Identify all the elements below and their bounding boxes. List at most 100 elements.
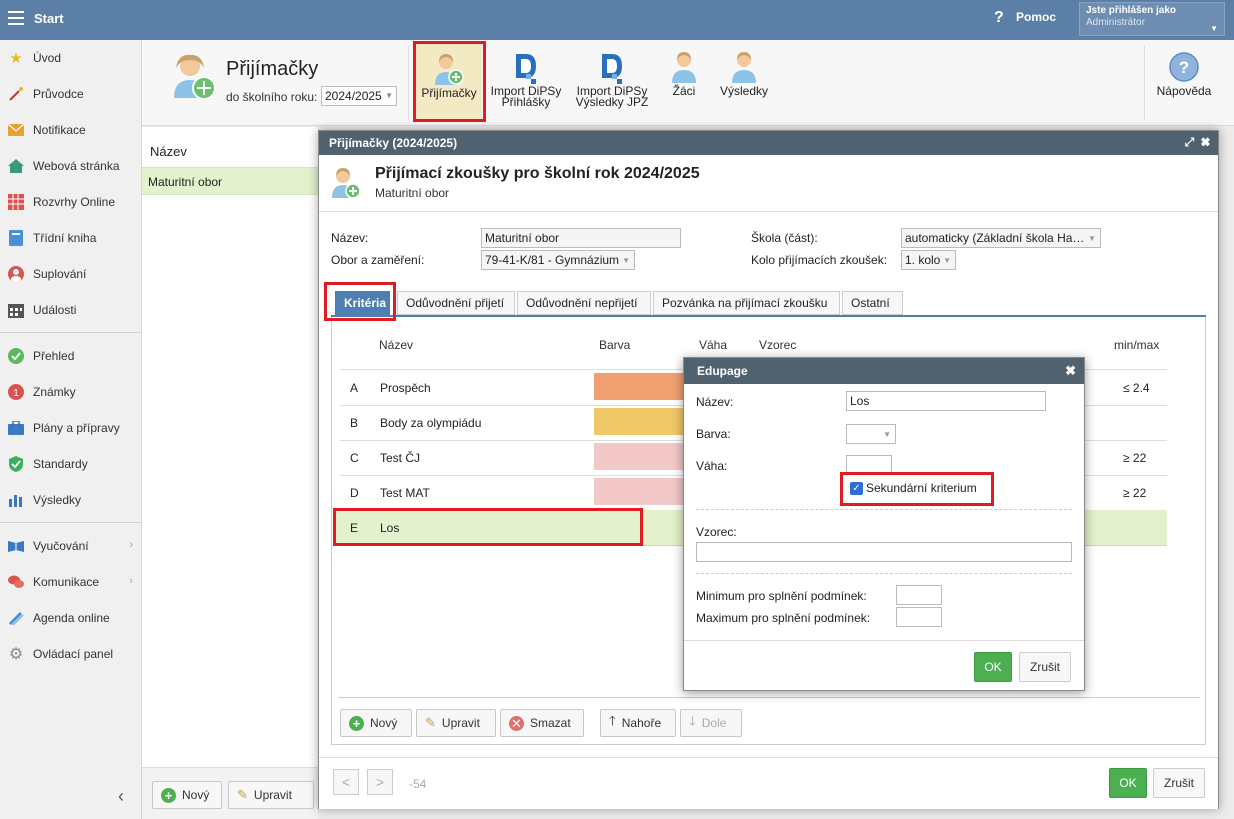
- close-icon[interactable]: ✖: [1065, 363, 1076, 379]
- user-label: Jste přihlášen jako: [1086, 5, 1177, 16]
- module-toolbar: Přijímačky do školního roku: 2024/2025 ▼ …: [142, 40, 1234, 126]
- hamburger-menu-icon[interactable]: [8, 11, 24, 25]
- user-menu[interactable]: Jste přihlášen jako Administrátor ▼: [1079, 2, 1225, 36]
- sidebar-item-label: Průvodce: [33, 87, 84, 101]
- sidebar-item-label: Úvod: [33, 51, 62, 65]
- ok-button[interactable]: OK: [1109, 768, 1147, 798]
- sidebar-item-label: Notifikace: [33, 123, 86, 137]
- close-icon[interactable]: ✖: [1201, 135, 1210, 149]
- sidebar-item-rozvrhy[interactable]: Rozvrhy Online: [0, 184, 141, 220]
- move-up-button[interactable]: 🡑 Nahoře: [600, 709, 676, 737]
- chevron-down-icon: ▼: [622, 256, 630, 265]
- sidebar-item-pruvodce[interactable]: Průvodce: [0, 76, 141, 112]
- move-down-button[interactable]: 🡓 Dole: [680, 709, 742, 737]
- sidebar-item-znamky[interactable]: 1 Známky: [0, 374, 141, 410]
- envelope-icon: [7, 122, 25, 138]
- student-icon: [668, 50, 700, 84]
- record-id: -54: [409, 777, 427, 791]
- col-formula: Vzorec: [759, 338, 797, 352]
- wand-icon: [7, 86, 25, 102]
- new-button[interactable]: + Nový: [152, 781, 222, 809]
- row-name: Test MAT: [380, 486, 430, 500]
- sidebar-item-standardy[interactable]: Standardy: [0, 446, 141, 482]
- highlight-box: [840, 472, 994, 506]
- star-icon: ★: [9, 50, 23, 67]
- import-dipsy-prihlasky-button[interactable]: Import DiPSy Přihlášky: [488, 48, 564, 118]
- start-link[interactable]: Start: [34, 11, 64, 26]
- up-label: Nahoře: [621, 716, 662, 730]
- sidebar-item-agenda[interactable]: Agenda online: [0, 600, 141, 636]
- sidebar-item-prehled[interactable]: Přehled: [0, 338, 141, 374]
- popup-ok-button[interactable]: OK: [974, 652, 1012, 682]
- toolbar-divider: [408, 46, 409, 120]
- color-select[interactable]: ▼: [846, 424, 896, 444]
- popup-cancel-button[interactable]: Zrušit: [1019, 652, 1071, 682]
- color-swatch: [594, 408, 694, 435]
- check-circle-icon: [7, 348, 25, 364]
- min-input[interactable]: [896, 585, 942, 605]
- school-label: Škola (část):: [751, 231, 818, 245]
- help-link[interactable]: Pomoc: [1016, 10, 1056, 24]
- sidebar-item-vyucovani[interactable]: Vyučování ›: [0, 528, 141, 564]
- list-item[interactable]: Maturitní obor: [142, 167, 318, 195]
- collapse-sidebar-icon[interactable]: ‹: [118, 786, 124, 807]
- grid-icon: [7, 194, 25, 210]
- tab-pozvanka[interactable]: Pozvánka na přijímací zkoušku: [653, 291, 840, 315]
- popup-header: Edupage ✖: [684, 358, 1084, 384]
- criterion-new-button[interactable]: + Nový: [340, 709, 412, 737]
- zaci-button[interactable]: Žáci: [664, 48, 704, 118]
- napoveda-button[interactable]: ? Nápověda: [1152, 48, 1216, 118]
- formula-input[interactable]: [696, 542, 1072, 562]
- obor-value: 79-41-K/81 - Gymnázium: [485, 253, 620, 267]
- cancel-button[interactable]: Zrušit: [1153, 768, 1205, 798]
- highlight-box: [413, 41, 486, 122]
- max-input[interactable]: [896, 607, 942, 627]
- book-icon: [7, 230, 25, 246]
- sidebar-item-label: Výsledky: [33, 493, 82, 507]
- sidebar-item-suplovani[interactable]: Suplování: [0, 256, 141, 292]
- delete-icon: ✕: [509, 715, 524, 731]
- sidebar-item-vysledky[interactable]: Výsledky: [0, 482, 141, 518]
- sidebar-item-notifikace[interactable]: Notifikace: [0, 112, 141, 148]
- max-label: Maximum pro splnění podmínek:: [696, 611, 871, 625]
- criterion-delete-button[interactable]: ✕ Smazat: [500, 709, 584, 737]
- vysledky-button[interactable]: Výsledky: [716, 48, 772, 118]
- tab-ostatni[interactable]: Ostatní: [842, 291, 903, 315]
- popup-title: Edupage: [697, 364, 748, 378]
- row-letter: B: [350, 416, 359, 430]
- sidebar-item-label: Přehled: [33, 349, 75, 363]
- maximize-icon[interactable]: ⤢: [1185, 135, 1195, 149]
- round-select[interactable]: 1. kolo ▼: [901, 250, 956, 270]
- edit-button[interactable]: ✎ Upravit: [228, 781, 314, 809]
- tab-oduvodneni-prijeti[interactable]: Odůvodnění přijetí: [397, 291, 515, 315]
- chevron-down-icon: ▼: [943, 256, 951, 265]
- school-select[interactable]: automaticky (Základní škola Ha… ▼: [901, 228, 1101, 248]
- dialog-footer: < > -54 OK Zrušit: [319, 757, 1218, 809]
- criterion-edit-button[interactable]: ✎ Upravit: [416, 709, 496, 737]
- obor-select[interactable]: 79-41-K/81 - Gymnázium ▼: [481, 250, 635, 270]
- sidebar-item-uvod[interactable]: ★ Úvod: [0, 40, 141, 76]
- plus-icon: +: [161, 787, 176, 803]
- import-dipsy-vysledky-button[interactable]: Import DiPSy Výsledky JPZ: [572, 48, 652, 118]
- sidebar-item-komunikace[interactable]: Komunikace ›: [0, 564, 141, 600]
- sidebar-item-webova-stranka[interactable]: Webová stránka: [0, 148, 141, 184]
- sidebar-item-plany[interactable]: Plány a přípravy: [0, 410, 141, 446]
- help-icon[interactable]: ?: [994, 9, 1004, 27]
- next-button[interactable]: >: [367, 769, 393, 795]
- name-input[interactable]: Maturitní obor: [481, 228, 681, 248]
- delete-label: Smazat: [530, 716, 571, 730]
- sidebar-item-label: Rozvrhy Online: [33, 195, 116, 209]
- prev-button[interactable]: <: [333, 769, 359, 795]
- school-year-select[interactable]: 2024/2025 ▼: [321, 86, 397, 106]
- sidebar-item-udalosti[interactable]: Události: [0, 292, 141, 328]
- dialog-subtitle: Maturitní obor: [375, 186, 450, 200]
- briefcase-icon: [7, 420, 25, 436]
- tab-oduvodneni-neprijeti[interactable]: Odůvodnění nepřijetí: [517, 291, 651, 315]
- sidebar-item-ovladaci-panel[interactable]: ⚙ Ovládací panel: [0, 636, 141, 672]
- sidebar-item-label: Vyučování: [33, 539, 89, 553]
- sidebar: ★ Úvod Průvodce Notifikace Webová stránka…: [0, 40, 142, 819]
- calendar-icon: [7, 302, 25, 318]
- row-minmax: ≥ 22: [1123, 451, 1147, 465]
- sidebar-item-tridni-kniha[interactable]: Třídní kniha: [0, 220, 141, 256]
- popup-name-input[interactable]: Los: [846, 391, 1046, 411]
